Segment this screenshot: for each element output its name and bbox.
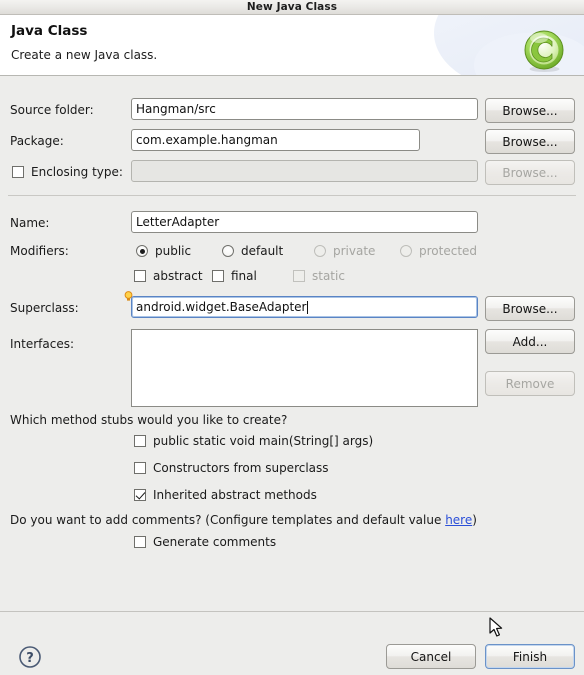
modifier-default-label: default [241, 244, 284, 258]
enclosing-type-input [131, 160, 478, 182]
dialog-footer: ? Cancel Finish [0, 611, 584, 675]
comments-question: Do you want to add comments? (Configure … [10, 513, 477, 527]
checkbox-final-box [212, 270, 224, 282]
modifier-public-label: public [155, 244, 192, 258]
radio-protected-indicator [400, 245, 412, 257]
section-divider [8, 195, 576, 196]
checkbox-generate-comments-box [134, 536, 146, 548]
modifier-checkbox-final[interactable]: final [212, 269, 257, 283]
source-folder-row: Source folder: Hangman/src Browse... [0, 98, 584, 123]
class-name-input[interactable]: LetterAdapter [131, 211, 478, 233]
package-label: Package: [10, 134, 64, 148]
modifiers-row: Modifiers: public default private protec… [0, 241, 584, 261]
stub-main-method-label: public static void main(String[] args) [153, 434, 374, 448]
svg-text:?: ? [26, 651, 34, 666]
enclosing-type-checkbox[interactable]: Enclosing type: [12, 165, 123, 179]
finish-button[interactable]: Finish [485, 644, 575, 669]
enclosing-type-checkbox-box [12, 166, 24, 178]
interfaces-list[interactable] [131, 329, 478, 407]
stub-checkbox-inherited-abstract[interactable]: Inherited abstract methods [134, 488, 317, 502]
radio-private-indicator [314, 245, 326, 257]
enclosing-type-label: Enclosing type: [31, 165, 123, 179]
modifier-final-label: final [231, 269, 257, 283]
package-input[interactable]: com.example.hangman [131, 129, 420, 151]
generate-comments-checkbox[interactable]: Generate comments [134, 535, 276, 549]
checkbox-abstract-box [134, 270, 146, 282]
modifier-flags-row: abstract final static [0, 266, 584, 286]
page-title: Java Class [11, 23, 88, 39]
source-folder-browse-button[interactable]: Browse... [485, 98, 575, 123]
text-caret [307, 300, 309, 314]
modifier-private-label: private [333, 244, 376, 258]
dialog-titlebar: New Java Class [0, 0, 584, 15]
comments-question-prefix: Do you want to add comments? (Configure … [10, 513, 446, 527]
class-name-label: Name: [10, 216, 50, 230]
page-description: Create a new Java class. [11, 48, 158, 62]
package-browse-button[interactable]: Browse... [485, 129, 575, 154]
modifier-protected-label: protected [419, 244, 478, 258]
dialog-header: Java Class Create a new Java class. [0, 15, 584, 76]
enclosing-type-browse-button: Browse... [485, 160, 575, 185]
help-icon[interactable]: ? [18, 645, 42, 669]
modifier-checkbox-abstract[interactable]: abstract [134, 269, 203, 283]
stub-checkbox-constructors[interactable]: Constructors from superclass [134, 461, 329, 475]
superclass-row: Superclass: android.widget.BaseAdapter B… [0, 291, 584, 321]
superclass-input[interactable]: android.widget.BaseAdapter [131, 296, 478, 318]
interfaces-label: Interfaces: [10, 337, 75, 351]
modifier-radio-public[interactable]: public [136, 244, 191, 258]
superclass-label: Superclass: [10, 301, 79, 315]
modifier-radio-private: private [314, 244, 375, 258]
checkbox-main-method-box [134, 435, 146, 447]
generate-comments-label: Generate comments [153, 535, 277, 549]
modifier-checkbox-static: static [293, 269, 345, 283]
modifier-abstract-label: abstract [153, 269, 203, 283]
stub-checkbox-main-method[interactable]: public static void main(String[] args) [134, 434, 373, 448]
checkbox-inherited-abstract-box [134, 489, 146, 501]
java-class-wizard-icon [522, 29, 567, 74]
method-stubs-question: Which method stubs would you like to cre… [10, 413, 288, 427]
checkbox-static-box [293, 270, 305, 282]
interfaces-add-button[interactable]: Add... [485, 329, 575, 354]
superclass-input-value: android.widget.BaseAdapter [136, 300, 307, 314]
radio-public-indicator [136, 245, 148, 257]
cancel-button[interactable]: Cancel [386, 644, 476, 669]
modifier-radio-default[interactable]: default [222, 244, 283, 258]
name-row: Name: LetterAdapter [0, 211, 584, 235]
interfaces-row: Interfaces: Add... Remove [0, 327, 584, 407]
radio-default-indicator [222, 245, 234, 257]
configure-templates-link[interactable]: here [445, 513, 472, 527]
modifier-radio-protected: protected [400, 244, 477, 258]
modifier-static-label: static [312, 269, 345, 283]
package-row: Package: com.example.hangman Browse... [0, 129, 584, 154]
modifiers-label: Modifiers: [10, 244, 69, 258]
enclosing-type-row: Enclosing type: Browse... [0, 160, 584, 185]
interfaces-remove-button: Remove [485, 371, 575, 396]
stub-inherited-abstract-label: Inherited abstract methods [153, 488, 317, 502]
dialog-title: New Java Class [246, 0, 338, 13]
superclass-browse-button[interactable]: Browse... [485, 296, 575, 321]
stub-constructors-label: Constructors from superclass [153, 461, 329, 475]
source-folder-input[interactable]: Hangman/src [131, 98, 478, 120]
comments-question-suffix: ) [472, 513, 477, 527]
source-folder-label: Source folder: [10, 103, 94, 117]
dialog-body: Source folder: Hangman/src Browse... Pac… [0, 76, 584, 611]
new-java-class-dialog: New Java Class Java Class Create a new J… [0, 0, 584, 675]
checkbox-constructors-box [134, 462, 146, 474]
